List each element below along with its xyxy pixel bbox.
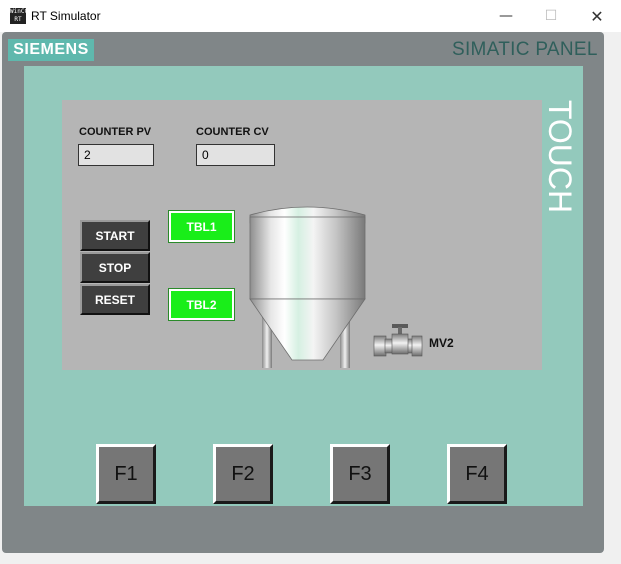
title-bar: WinCC RT RT Simulator — ☐ ✕ [0,0,621,32]
counter-pv-field[interactable]: 2 [78,144,154,166]
siemens-logo: SIEMENS [8,39,94,61]
valve-icon [373,324,423,357]
touch-label: TOUCH [542,99,579,213]
maximize-button[interactable]: ☐ [528,0,574,32]
close-button[interactable]: ✕ [574,0,620,32]
window-title: RT Simulator [31,9,101,23]
app-icon: WinCC RT [10,8,26,24]
counter-cv-field[interactable]: 0 [196,144,275,166]
f1-key[interactable]: F1 [96,444,156,504]
tbl2-indicator: TBL2 [168,288,235,321]
counter-pv-label: COUNTER PV [79,126,152,138]
f4-key[interactable]: F4 [447,444,507,504]
reset-button[interactable]: RESET [80,284,150,315]
mv2-label: MV2 [429,336,454,350]
simatic-panel-label: SIMATIC PANEL [452,39,598,60]
tank-icon [249,206,366,368]
minimize-button[interactable]: — [483,0,529,32]
tbl1-indicator: TBL1 [168,210,235,243]
f2-key[interactable]: F2 [213,444,273,504]
start-button[interactable]: START [80,220,150,251]
f3-key[interactable]: F3 [330,444,390,504]
counter-cv-label: COUNTER CV [196,126,269,138]
stop-button[interactable]: STOP [80,252,150,283]
